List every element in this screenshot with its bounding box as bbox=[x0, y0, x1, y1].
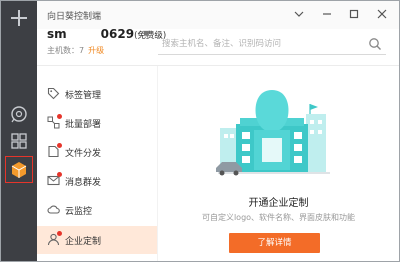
menu-item-enterprise-custom[interactable]: 企业定制 bbox=[37, 226, 157, 254]
minimize-button[interactable] bbox=[320, 7, 334, 21]
account-dropdown-icon[interactable]: ▼ bbox=[143, 29, 149, 38]
account-name-prefix: sm bbox=[47, 27, 67, 41]
tag-icon bbox=[47, 87, 60, 100]
header-divider bbox=[37, 65, 399, 66]
menu-item-tag-management[interactable]: 标签管理 bbox=[37, 80, 157, 108]
notification-dot bbox=[57, 143, 62, 148]
menu-item-file-distribution[interactable]: 文件分发 bbox=[37, 138, 157, 166]
add-icon[interactable] bbox=[10, 9, 28, 27]
notification-dot bbox=[57, 231, 62, 236]
window-title: 向日葵控制端 bbox=[47, 12, 102, 22]
menu-item-label: 标签管理 bbox=[65, 91, 102, 101]
account-panel[interactable]: sm■■■0629(免费级) ▼ 主机数：7 升级 bbox=[37, 23, 166, 63]
upgrade-link[interactable]: 升级 bbox=[88, 46, 104, 55]
learn-more-button[interactable]: 了解详情 bbox=[229, 233, 320, 253]
maximize-button[interactable] bbox=[347, 7, 361, 21]
search-icon[interactable] bbox=[368, 36, 382, 50]
menu-item-cloud-monitor[interactable]: 云监控 bbox=[37, 196, 157, 224]
search-bar bbox=[158, 33, 386, 55]
enterprise-illustration bbox=[212, 86, 332, 184]
search-input[interactable] bbox=[162, 35, 362, 52]
menu-item-label: 文件分发 bbox=[65, 149, 102, 159]
remote-control-icon[interactable] bbox=[9, 104, 29, 124]
menu-item-mass-message[interactable]: 消息群发 bbox=[37, 167, 157, 195]
active-rail-highlight bbox=[5, 156, 33, 183]
sidebar-divider bbox=[157, 66, 158, 261]
account-name-suffix: 0629 bbox=[100, 27, 135, 41]
close-button[interactable] bbox=[375, 7, 389, 21]
notification-dot bbox=[57, 172, 62, 177]
cloud-icon bbox=[47, 203, 60, 216]
menu-item-label: 企业定制 bbox=[65, 237, 102, 247]
main-title: 开通企业定制 bbox=[248, 198, 309, 209]
main-subtitle: 可自定义logo、软件名称、界面皮肤和功能 bbox=[201, 213, 356, 222]
dropdown-chevron-icon[interactable] bbox=[292, 7, 306, 21]
menu-item-label: 云监控 bbox=[65, 207, 93, 217]
device-group-icon[interactable] bbox=[9, 131, 29, 151]
menu-item-label: 消息群发 bbox=[65, 178, 102, 188]
menu-item-batch-deploy[interactable]: 批量部署 bbox=[37, 109, 157, 137]
notification-dot bbox=[57, 114, 62, 119]
left-rail bbox=[1, 1, 37, 261]
menu-item-label: 批量部署 bbox=[65, 120, 102, 130]
host-count-row: 主机数：7 升级 bbox=[47, 45, 104, 56]
host-count: 主机数：7 bbox=[47, 46, 85, 55]
